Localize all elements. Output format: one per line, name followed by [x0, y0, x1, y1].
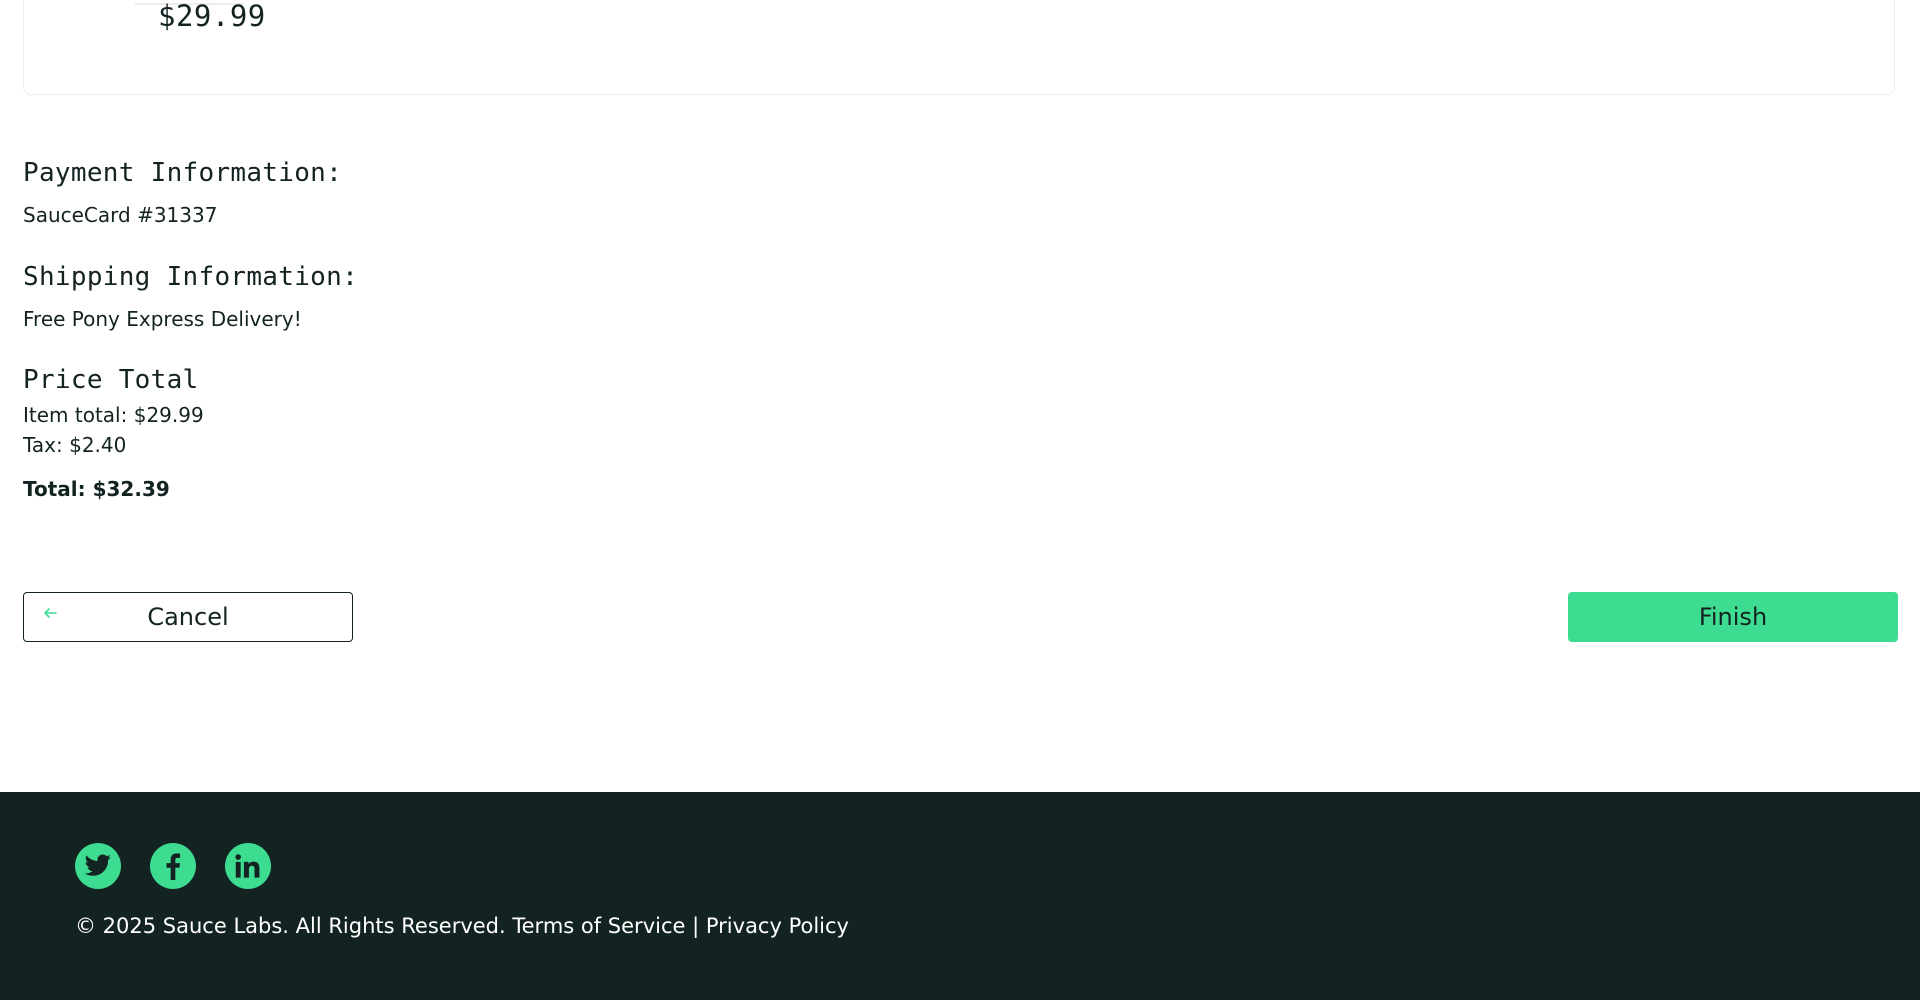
footer-copyright: © 2025 Sauce Labs. All Rights Reserved. …: [75, 914, 849, 938]
arrow-left-icon: [42, 605, 58, 626]
payment-info-label: Payment Information:: [23, 158, 343, 188]
privacy-policy-link[interactable]: Privacy Policy: [706, 914, 849, 938]
shipping-info-value: Free Pony Express Delivery!: [23, 307, 302, 331]
item-total: Item total: $29.99: [23, 403, 204, 427]
total-value: Total: $32.39: [23, 477, 170, 501]
finish-button-label: Finish: [1698, 603, 1768, 631]
finish-button[interactable]: Finish: [1568, 592, 1898, 642]
cart-item-card: $29.99: [23, 0, 1895, 95]
price-total-label: Price Total: [23, 365, 199, 395]
facebook-icon[interactable]: [150, 843, 196, 889]
footer-separator: |: [692, 914, 700, 938]
cancel-button[interactable]: Cancel: [23, 592, 353, 642]
checkout-overview-page: $29.99 Payment Information: SauceCard #3…: [0, 0, 1920, 1000]
cancel-button-label: Cancel: [147, 603, 229, 631]
terms-of-service-link[interactable]: Terms of Service: [512, 914, 685, 938]
tax-value: Tax: $2.40: [23, 433, 127, 457]
copyright-text: © 2025 Sauce Labs. All Rights Reserved.: [75, 914, 506, 938]
footer: © 2025 Sauce Labs. All Rights Reserved. …: [0, 792, 1920, 1000]
item-price: $29.99: [158, 0, 266, 33]
payment-info-value: SauceCard #31337: [23, 203, 218, 227]
shipping-info-label: Shipping Information:: [23, 262, 359, 292]
twitter-icon[interactable]: [75, 843, 121, 889]
linkedin-icon[interactable]: [225, 843, 271, 889]
